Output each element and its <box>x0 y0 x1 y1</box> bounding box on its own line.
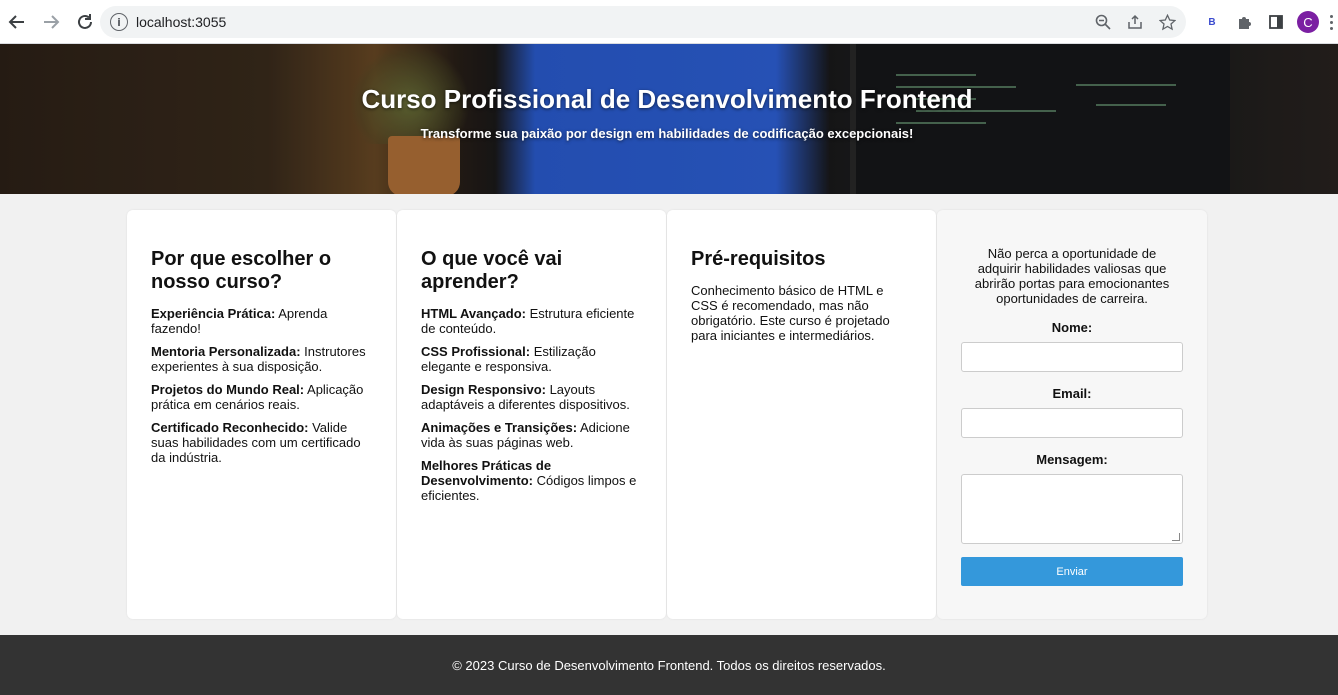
card-title: Por que escolher o nosso curso? <box>151 248 332 293</box>
hero-title: Curso Profissional de Desenvolvimento Fr… <box>361 84 973 114</box>
list-item: Animações e Transições: Adicione vida às… <box>421 420 630 450</box>
list-item: Projetos do Mundo Real: Aplicação prátic… <box>151 382 364 412</box>
prerequisites-text: Conhecimento básico de HTML e CSS é reco… <box>691 283 890 343</box>
hero-subtitle: Transforme sua paixão por design em habi… <box>420 126 914 141</box>
url-text[interactable]: localhost:3055 <box>136 14 226 30</box>
forward-arrow-icon[interactable] <box>34 5 68 39</box>
list-item: CSS Profissional: Estilização elegante e… <box>421 344 596 374</box>
card-title: Pré-requisitos <box>691 248 826 270</box>
name-input[interactable] <box>961 342 1183 372</box>
email-input[interactable] <box>961 408 1183 438</box>
card-what-you-learn: O que você vai aprender? HTML Avançado: … <box>397 210 666 619</box>
extensions-puzzle-icon[interactable] <box>1228 6 1260 38</box>
site-info-icon[interactable]: i <box>110 13 128 31</box>
submit-button[interactable]: Enviar <box>961 557 1183 586</box>
card-prerequisites: Pré-requisitos Conhecimento básico de HT… <box>667 210 936 619</box>
name-label: Nome: <box>1051 320 1093 335</box>
share-icon[interactable] <box>1124 11 1146 33</box>
zoom-icon[interactable] <box>1092 11 1114 33</box>
list-item: Certificado Reconhecido: Valide suas hab… <box>151 420 361 465</box>
extension-b-icon[interactable]: B <box>1196 6 1228 38</box>
back-arrow-icon[interactable] <box>0 5 34 39</box>
bookmark-star-icon[interactable] <box>1156 11 1178 33</box>
list-item: Melhores Práticas de Desenvolvimento: Có… <box>421 458 637 503</box>
menu-kebab-icon[interactable] <box>1324 6 1338 38</box>
list-item: Mentoria Personalizada: Instrutores expe… <box>151 344 366 374</box>
card-why-choose: Por que escolher o nosso curso? Experiên… <box>127 210 396 619</box>
message-textarea[interactable] <box>961 474 1183 544</box>
profile-avatar[interactable]: C <box>1292 6 1324 38</box>
benefits-list: Experiência Prática: Aprenda fazendo! Me… <box>151 306 372 465</box>
side-panel-icon[interactable] <box>1260 6 1292 38</box>
browser-toolbar: i localhost:3055 B C <box>0 0 1338 44</box>
message-label: Mensagem: <box>1036 452 1108 467</box>
page-footer: © 2023 Curso de Desenvolvimento Frontend… <box>0 635 1338 695</box>
topics-list: HTML Avançado: Estrutura eficiente de co… <box>421 306 642 503</box>
list-item: HTML Avançado: Estrutura eficiente de co… <box>421 306 635 336</box>
list-item: Experiência Prática: Aprenda fazendo! <box>151 306 328 336</box>
hero-banner: Curso Profissional de Desenvolvimento Fr… <box>0 44 1338 194</box>
cards-row: Por que escolher o nosso curso? Experiên… <box>127 210 1208 619</box>
address-bar[interactable]: i localhost:3055 <box>100 6 1186 38</box>
footer-text: © 2023 Curso de Desenvolvimento Frontend… <box>452 657 886 673</box>
hero-overlay <box>0 44 1338 194</box>
reload-icon[interactable] <box>68 5 102 39</box>
card-title: O que você vai aprender? <box>421 248 563 293</box>
list-item: Design Responsivo: Layouts adaptáveis a … <box>421 382 630 412</box>
form-intro-text: Não perca a oportunidade de adquirir hab… <box>974 246 1170 306</box>
email-label: Email: <box>1052 386 1092 401</box>
contact-form-card: Não perca a oportunidade de adquirir hab… <box>937 210 1207 619</box>
